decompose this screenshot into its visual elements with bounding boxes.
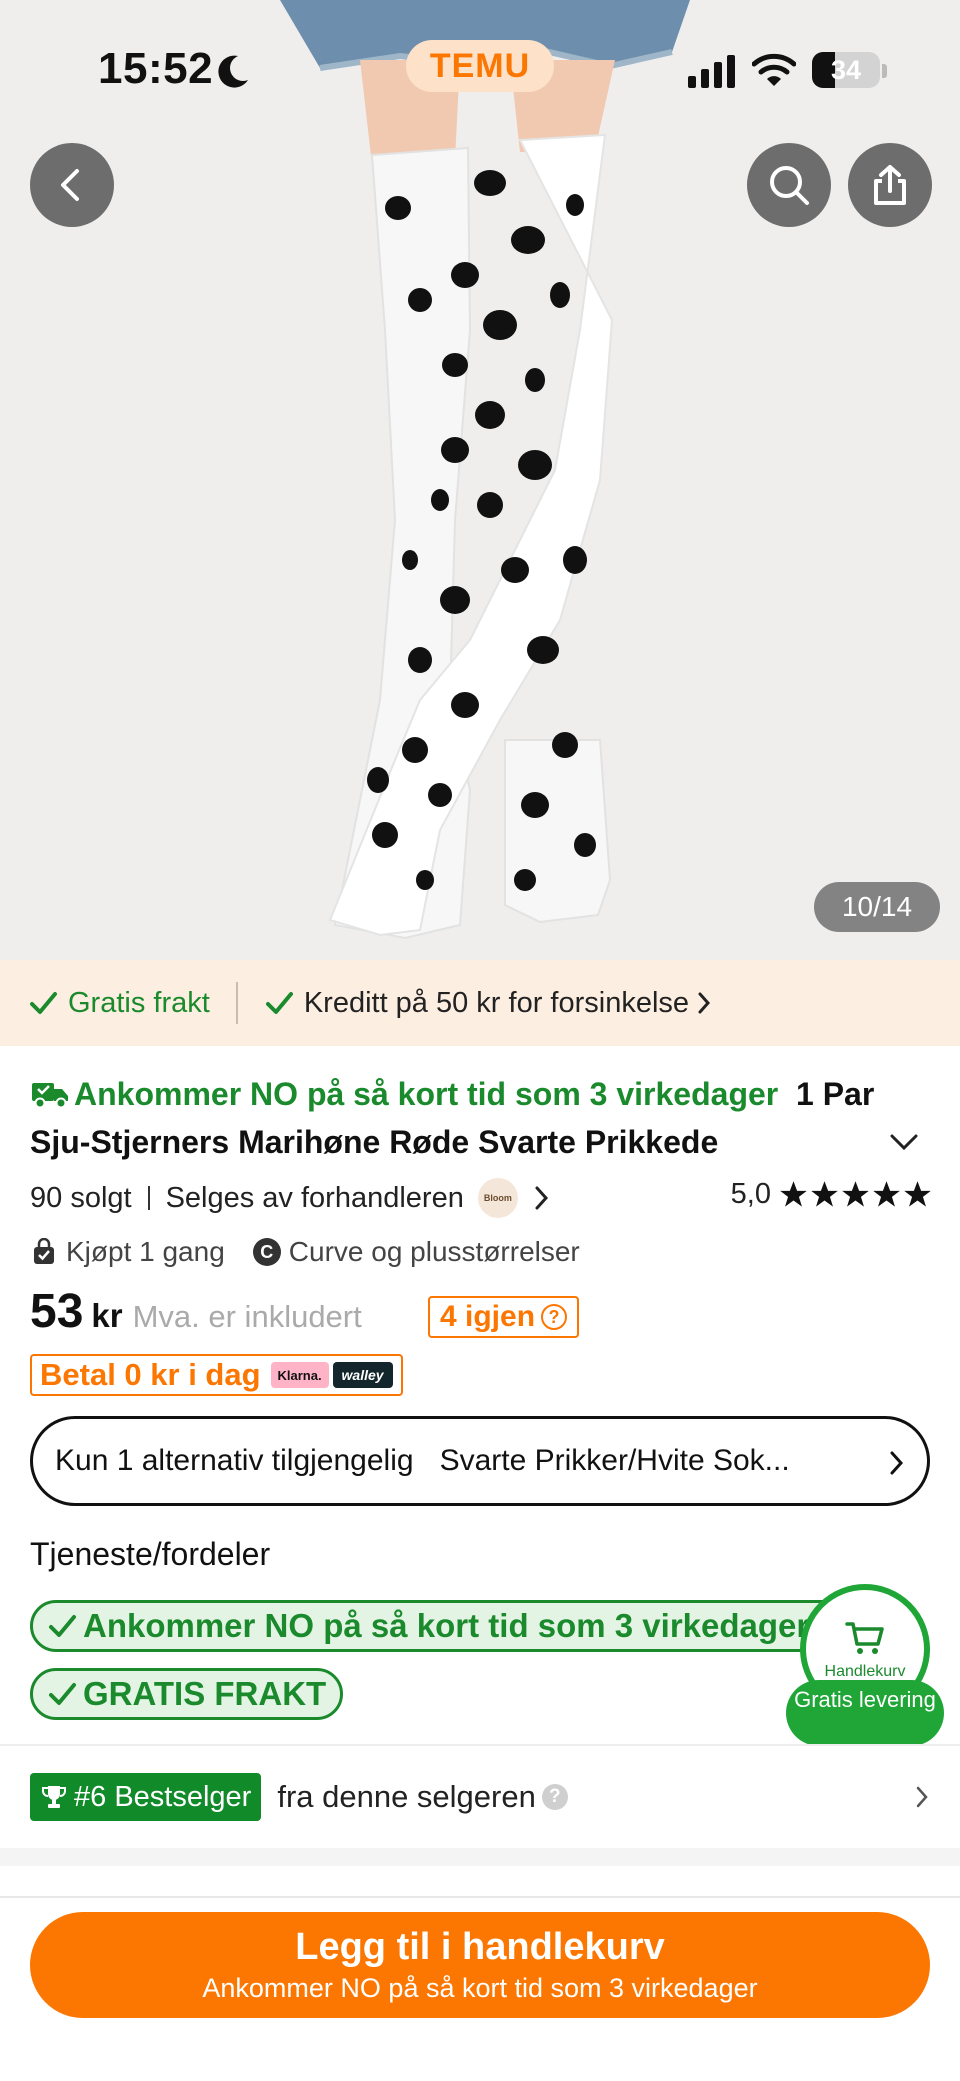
image-counter: 10/14 <box>814 882 940 932</box>
free-delivery-badge: Gratis levering <box>786 1680 944 1746</box>
curve-label: Curve og plusstørrelser <box>288 1236 580 1267</box>
pay-later-label: Betal 0 kr i dag <box>40 1357 261 1392</box>
rating-value: 5,0 <box>730 1178 771 1210</box>
delay-credit-label: Kreditt på 50 kr for forsinkelse <box>303 986 690 1019</box>
curve-badge-icon: C <box>252 1238 281 1266</box>
free-shipping-label: Gratis frakt <box>68 986 210 1019</box>
variant-availability: Kun 1 alternativ tilgjengelig <box>55 1444 414 1477</box>
add-to-cart-button[interactable]: Legg til i handlekurv Ankommer NO på så … <box>30 1912 930 2018</box>
sold-divider <box>147 1186 150 1210</box>
walley-logo: walley <box>332 1362 393 1388</box>
check-icon <box>30 992 57 1014</box>
rating[interactable]: 5,0 <box>731 1178 932 1211</box>
bought-count: Kjøpt 1 gang <box>66 1236 225 1267</box>
bottom-bar-divider <box>0 1896 960 1898</box>
chevron-right-icon <box>890 1451 904 1475</box>
add-to-cart-label: Legg til i handlekurv <box>295 1926 665 1968</box>
search-button[interactable] <box>747 143 831 227</box>
rating-stars <box>777 1180 932 1209</box>
wifi-icon <box>752 53 796 86</box>
bestseller-badge: #6 Bestselger <box>30 1773 262 1821</box>
add-to-cart-sublabel: Ankommer NO på så kort tid som 3 virkeda… <box>202 1973 758 2003</box>
price-row: 53 kr Mva. er inkludert <box>30 1284 362 1344</box>
back-arrow-icon <box>61 169 79 201</box>
trophy-icon <box>42 1786 66 1808</box>
delivery-headline: Ankommer NO på så kort tid som 3 virkeda… <box>74 1076 779 1112</box>
meta-row: Kjøpt 1 gang C Curve og plusstørrelser <box>30 1232 580 1272</box>
help-icon[interactable]: ? <box>541 1784 568 1810</box>
benefits-bar[interactable]: Gratis frakt Kreditt på 50 kr for forsin… <box>0 960 960 1046</box>
delay-credit-benefit[interactable]: Kreditt på 50 kr for forsinkelse <box>264 987 713 1020</box>
cart-icon <box>845 1622 884 1654</box>
share-icon <box>874 165 906 205</box>
stock-label: 4 igjen <box>440 1300 536 1333</box>
chevron-right-icon <box>698 992 711 1014</box>
price-amount: 53 <box>30 1285 84 1338</box>
variant-selected: Svarte Prikker/Hvite Sok... <box>439 1444 790 1477</box>
chevron-down-icon[interactable] <box>886 1128 922 1154</box>
stock-badge[interactable]: 4 igjen ? <box>428 1296 580 1338</box>
product-photo <box>280 0 690 940</box>
section-divider <box>0 1744 960 1746</box>
star-icon <box>873 1181 900 1207</box>
price-currency: kr <box>91 1297 123 1334</box>
service-tag-delivery: Ankommer NO på så kort tid som 3 virkeda… <box>30 1600 890 1652</box>
check-icon <box>49 1615 76 1637</box>
check-icon <box>265 992 293 1014</box>
battery-icon: 34 <box>812 52 880 88</box>
bestseller-label: #6 Bestselger <box>74 1780 252 1813</box>
free-shipping-benefit[interactable]: Gratis frakt <box>0 987 210 1020</box>
service-tag-label: Ankommer NO på så kort tid som 3 virkeda… <box>83 1607 810 1644</box>
vat-note: Mva. er inkludert <box>132 1299 362 1334</box>
benefit-divider <box>235 982 238 1024</box>
temu-logo: TEMU <box>406 40 554 92</box>
share-button[interactable] <box>848 143 932 227</box>
sold-by-label: Selges av forhandleren <box>165 1181 464 1214</box>
bestseller-from: fra denne selgeren <box>277 1779 536 1814</box>
service-tag-label: GRATIS FRAKT <box>83 1675 327 1712</box>
star-icon <box>904 1181 931 1207</box>
product-image-gallery[interactable]: 15:52 TEMU 34 10/14 <box>0 0 960 960</box>
battery-percent: 34 <box>830 55 862 85</box>
service-tag-free-shipping: GRATIS FRAKT <box>30 1668 344 1720</box>
star-icon <box>842 1181 869 1207</box>
product-title[interactable]: Ankommer NO på så kort tid som 3 virkeda… <box>30 1070 910 1166</box>
moon-icon <box>218 55 248 88</box>
chevron-right-icon <box>916 1786 928 1808</box>
bestseller-row[interactable]: #6 Bestselger fra denne selgeren ? <box>30 1772 930 1822</box>
variant-selector[interactable]: Kun 1 alternativ tilgjengelig Svarte Pri… <box>30 1416 930 1506</box>
cart-label: Handlekurv <box>824 1663 906 1680</box>
check-icon <box>49 1683 76 1705</box>
help-icon: ? <box>541 1304 568 1330</box>
clock: 15:52 <box>98 44 214 93</box>
star-icon <box>780 1181 807 1207</box>
star-icon <box>811 1181 838 1207</box>
services-title: Tjeneste/fordeler <box>30 1536 271 1572</box>
section-spacer <box>0 1848 960 1866</box>
status-bar: 15:52 TEMU 34 <box>0 0 960 140</box>
seller-logo[interactable]: Bloom <box>477 1178 518 1218</box>
pay-later-badge[interactable]: Betal 0 kr i dag Klarna. walley <box>30 1354 403 1396</box>
klarna-logo: Klarna. <box>270 1362 329 1388</box>
search-icon <box>770 166 809 205</box>
sold-count: 90 solgt <box>30 1181 132 1214</box>
back-button[interactable] <box>30 143 114 227</box>
truck-icon <box>32 1083 68 1109</box>
signal-icon <box>688 55 735 88</box>
chevron-right-icon <box>535 1186 548 1210</box>
bag-icon <box>34 1238 54 1264</box>
